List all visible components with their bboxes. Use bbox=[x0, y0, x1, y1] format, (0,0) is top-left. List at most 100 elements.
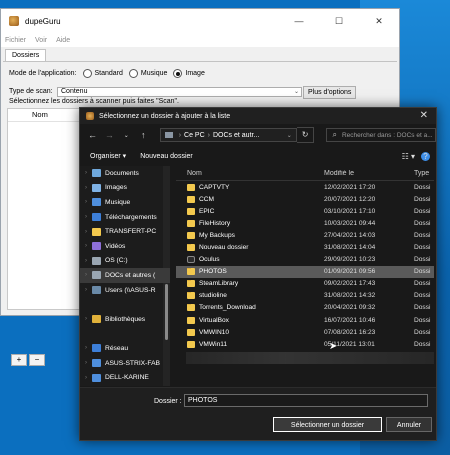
maximize-icon[interactable]: ☐ bbox=[319, 9, 359, 33]
search-input[interactable]: ⌕ Rechercher dans : DOCs et a... bbox=[326, 128, 436, 142]
nav-item[interactable]: › OS (C:) bbox=[80, 254, 170, 269]
forward-arrow-icon[interactable]: → bbox=[103, 130, 116, 140]
column-type[interactable]: Type bbox=[414, 170, 434, 177]
expand-chevron-icon[interactable]: › bbox=[80, 199, 92, 205]
nav-item[interactable]: › Téléchargements bbox=[80, 210, 170, 225]
nav-item[interactable]: › Users (\\ASUS-R bbox=[80, 283, 170, 298]
file-row[interactable]: VMWIN10 07/08/2021 16:23 Dossi bbox=[176, 326, 434, 338]
nav-item-icon bbox=[92, 359, 101, 368]
file-row[interactable]: PHOTOS 01/09/2021 09:56 Dossi bbox=[176, 265, 434, 278]
nav-item[interactable]: › DOCs et autres ( bbox=[80, 268, 170, 283]
nav-item[interactable]: › TRANSFERT-PC bbox=[80, 224, 170, 239]
file-type: Dossi bbox=[414, 292, 431, 300]
column-name[interactable]: Nom bbox=[176, 170, 324, 177]
nav-item-label: Téléchargements bbox=[105, 213, 157, 221]
nav-item[interactable]: › ASUS-STRIX-FAB bbox=[80, 356, 170, 371]
file-name: FileHistory bbox=[199, 219, 231, 227]
expand-chevron-icon[interactable]: › bbox=[80, 360, 92, 366]
chevron-right-icon: › bbox=[178, 131, 182, 139]
file-list-header: ^ Nom Modifié le Type bbox=[176, 166, 434, 181]
expand-chevron-icon[interactable]: › bbox=[80, 258, 92, 264]
radio-music[interactable] bbox=[128, 69, 138, 78]
file-row[interactable]: Torrents_Download 20/04/2021 09:32 Dossi bbox=[176, 302, 434, 314]
close-icon[interactable]: ✕ bbox=[359, 9, 399, 33]
file-row[interactable]: SteamLibrary 09/02/2021 17:43 Dossi bbox=[176, 278, 434, 290]
mode-label: Mode de l'application: bbox=[9, 70, 77, 77]
nav-item-icon bbox=[92, 213, 101, 222]
file-row[interactable]: My Backups 27/04/2021 14:03 Dossi bbox=[176, 229, 434, 241]
remove-folder-button[interactable]: − bbox=[29, 354, 45, 366]
radio-standard[interactable] bbox=[82, 69, 92, 78]
folder-icon bbox=[187, 292, 195, 300]
file-row[interactable]: CCM 20/07/2021 12:20 Dossi bbox=[176, 193, 434, 205]
file-name: PHOTOS bbox=[199, 268, 227, 276]
folder-icon bbox=[187, 244, 195, 252]
menu-bar: Fichier Voir Aide bbox=[1, 33, 399, 47]
nav-item-label: OS (C:) bbox=[105, 257, 128, 265]
more-options-button[interactable]: Plus d'options bbox=[303, 86, 357, 99]
expand-chevron-icon[interactable]: › bbox=[80, 316, 92, 322]
refresh-icon[interactable]: ↻ bbox=[296, 127, 315, 143]
folder-input[interactable]: PHOTOS bbox=[184, 394, 428, 407]
expand-chevron-icon[interactable]: › bbox=[80, 170, 92, 176]
drive-icon bbox=[164, 132, 173, 138]
instructions-row: Sélectionnez les dossiers à scanner puis… bbox=[9, 98, 179, 105]
expand-chevron-icon[interactable]: › bbox=[80, 345, 92, 351]
scan-type-select[interactable]: Contenu ⌄ bbox=[57, 87, 302, 97]
nav-item[interactable]: › Réseau bbox=[80, 341, 170, 356]
back-arrow-icon[interactable]: ← bbox=[86, 130, 99, 140]
column-date-modified[interactable]: Modifié le bbox=[324, 170, 414, 177]
menu-view[interactable]: Voir bbox=[35, 37, 47, 44]
file-row[interactable]: Nouveau dossier 31/08/2021 14:04 Dossi bbox=[176, 241, 434, 253]
nav-item[interactable]: › Documents bbox=[80, 166, 170, 181]
expand-chevron-icon[interactable]: › bbox=[80, 375, 92, 381]
close-icon[interactable]: ✕ bbox=[420, 110, 428, 121]
help-icon[interactable]: ? bbox=[421, 151, 430, 161]
new-folder-button[interactable]: Nouveau dossier bbox=[140, 153, 193, 160]
cancel-button[interactable]: Annuler bbox=[386, 417, 432, 432]
expand-chevron-icon[interactable]: › bbox=[80, 272, 92, 278]
folder-icon bbox=[187, 207, 195, 215]
expand-chevron-icon[interactable]: › bbox=[80, 185, 92, 191]
view-options-icon[interactable]: ☷ ▾ bbox=[402, 152, 415, 161]
expand-chevron-icon[interactable]: › bbox=[80, 243, 92, 249]
nav-item[interactable]: › Bibliothèques bbox=[80, 312, 170, 327]
file-row[interactable]: studioline 31/08/2021 14:32 Dossi bbox=[176, 290, 434, 302]
minimize-icon[interactable]: — bbox=[279, 9, 319, 33]
expand-chevron-icon[interactable]: › bbox=[80, 214, 92, 220]
scan-type-row: Type de scan: bbox=[9, 88, 53, 95]
file-row[interactable]: VirtualBox 16/07/2021 10:46 Dossi bbox=[176, 314, 434, 326]
recent-chevron-icon[interactable]: ⌄ bbox=[120, 132, 133, 139]
folder-icon bbox=[187, 316, 195, 324]
nav-item[interactable]: › Musique bbox=[80, 195, 170, 210]
file-row[interactable]: Oculus 29/09/2021 10:23 Dossi bbox=[176, 254, 434, 266]
address-bar[interactable]: › Ce PC › DOCs et autr... ⌄ bbox=[159, 128, 297, 142]
file-row[interactable]: VMWin11 05/11/2021 13:01 Dossi bbox=[176, 338, 434, 350]
up-arrow-icon[interactable]: ↑ bbox=[137, 130, 150, 140]
add-folder-button[interactable]: + bbox=[11, 354, 27, 366]
folder-list[interactable]: Nom bbox=[7, 108, 89, 310]
file-name: studioline bbox=[199, 292, 227, 300]
file-type: Dossi bbox=[414, 268, 431, 276]
breadcrumb-this-pc[interactable]: Ce PC bbox=[184, 132, 205, 139]
folder-icon bbox=[187, 219, 195, 227]
breadcrumb-docs[interactable]: DOCs et autr... bbox=[213, 132, 259, 139]
nav-item[interactable]: ›IMAC-27-HOME bbox=[80, 385, 170, 386]
radio-image[interactable] bbox=[173, 69, 183, 78]
select-folder-button[interactable]: Sélectionner un dossier bbox=[273, 417, 382, 432]
menu-file[interactable]: Fichier bbox=[5, 37, 26, 44]
nav-item[interactable]: › Images bbox=[80, 181, 170, 196]
organize-menu[interactable]: Organiser ▾ bbox=[90, 152, 126, 160]
expand-chevron-icon[interactable]: › bbox=[80, 287, 92, 293]
mouse-pointer-icon: ➤ bbox=[329, 341, 338, 352]
file-row[interactable]: CAPTVTY 12/02/2021 17:20 Dossi bbox=[176, 181, 434, 193]
expand-chevron-icon[interactable]: › bbox=[80, 229, 92, 235]
nav-item[interactable]: › DELL-KARINE bbox=[80, 370, 170, 385]
nav-item[interactable]: › Vidéos bbox=[80, 239, 170, 254]
menu-help[interactable]: Aide bbox=[56, 37, 70, 44]
chevron-down-icon[interactable]: ⌄ bbox=[287, 132, 292, 139]
file-row[interactable]: EPIC 03/10/2021 17:10 Dossi bbox=[176, 205, 434, 217]
column-name[interactable]: Nom bbox=[32, 110, 48, 119]
file-row[interactable]: FileHistory 10/03/2021 09:44 Dossi bbox=[176, 217, 434, 229]
tab-folders[interactable]: Dossiers bbox=[5, 49, 47, 61]
